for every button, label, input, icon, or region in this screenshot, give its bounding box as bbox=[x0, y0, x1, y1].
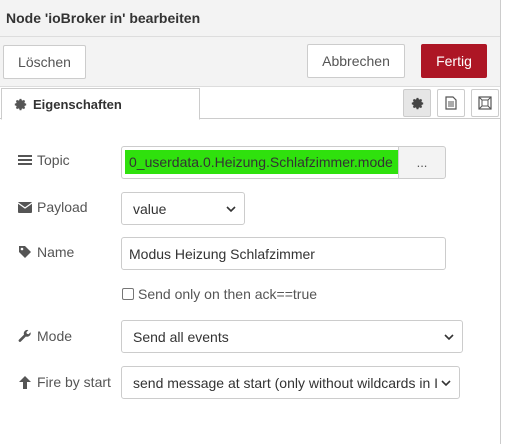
appearance-icon bbox=[478, 96, 492, 110]
mode-label: Mode bbox=[17, 328, 72, 344]
tag-icon bbox=[17, 245, 33, 259]
list-icon bbox=[17, 153, 33, 167]
settings-tool-button[interactable] bbox=[403, 89, 431, 117]
done-button[interactable]: Fertig bbox=[421, 44, 487, 78]
dialog-title: Node 'ioBroker in' bearbeiten bbox=[6, 10, 201, 26]
fire-by-start-label: Fire by start bbox=[17, 374, 111, 390]
panel-edge bbox=[500, 0, 508, 444]
title-bar: Node 'ioBroker in' bearbeiten bbox=[0, 0, 508, 37]
gear-icon bbox=[13, 97, 27, 111]
delete-button[interactable]: Löschen bbox=[3, 45, 86, 79]
document-icon bbox=[445, 96, 457, 110]
description-tool-button[interactable] bbox=[437, 89, 465, 117]
ack-label: Send only on then ack==true bbox=[138, 286, 318, 302]
tab-bar: Eigenschaften bbox=[0, 87, 500, 120]
payload-label: Payload bbox=[17, 199, 88, 215]
cancel-button[interactable]: Abbrechen bbox=[307, 44, 405, 78]
topic-value: 0_userdata.0.Heizung.Schlafzimmer.mode bbox=[125, 150, 399, 174]
appearance-tool-button[interactable] bbox=[471, 89, 499, 117]
arrow-up-icon bbox=[17, 375, 33, 389]
tab-label: Eigenschaften bbox=[33, 96, 122, 112]
topic-label: Topic bbox=[17, 152, 70, 168]
ack-option[interactable]: Send only on then ack==true bbox=[122, 286, 317, 302]
mode-select[interactable]: Send all events bbox=[121, 320, 463, 353]
topic-input[interactable]: 0_userdata.0.Heizung.Schlafzimmer.mode bbox=[121, 146, 399, 179]
ack-checkbox[interactable] bbox=[122, 288, 134, 300]
payload-select[interactable]: value bbox=[121, 192, 245, 225]
fire-by-start-select[interactable]: send message at start (only without wild… bbox=[121, 366, 460, 399]
name-input[interactable]: Modus Heizung Schlafzimmer bbox=[121, 237, 446, 270]
chevron-down-icon bbox=[441, 380, 451, 387]
tab-properties[interactable]: Eigenschaften bbox=[1, 88, 200, 120]
dialog-toolbar: Löschen Abbrechen Fertig bbox=[0, 37, 500, 87]
chevron-down-icon bbox=[226, 206, 236, 213]
gear-icon bbox=[411, 97, 423, 109]
chevron-down-icon bbox=[444, 334, 454, 341]
wrench-icon bbox=[17, 329, 33, 343]
envelope-icon bbox=[17, 200, 33, 214]
topic-browse-button[interactable]: ... bbox=[398, 146, 446, 179]
name-label: Name bbox=[17, 244, 74, 260]
